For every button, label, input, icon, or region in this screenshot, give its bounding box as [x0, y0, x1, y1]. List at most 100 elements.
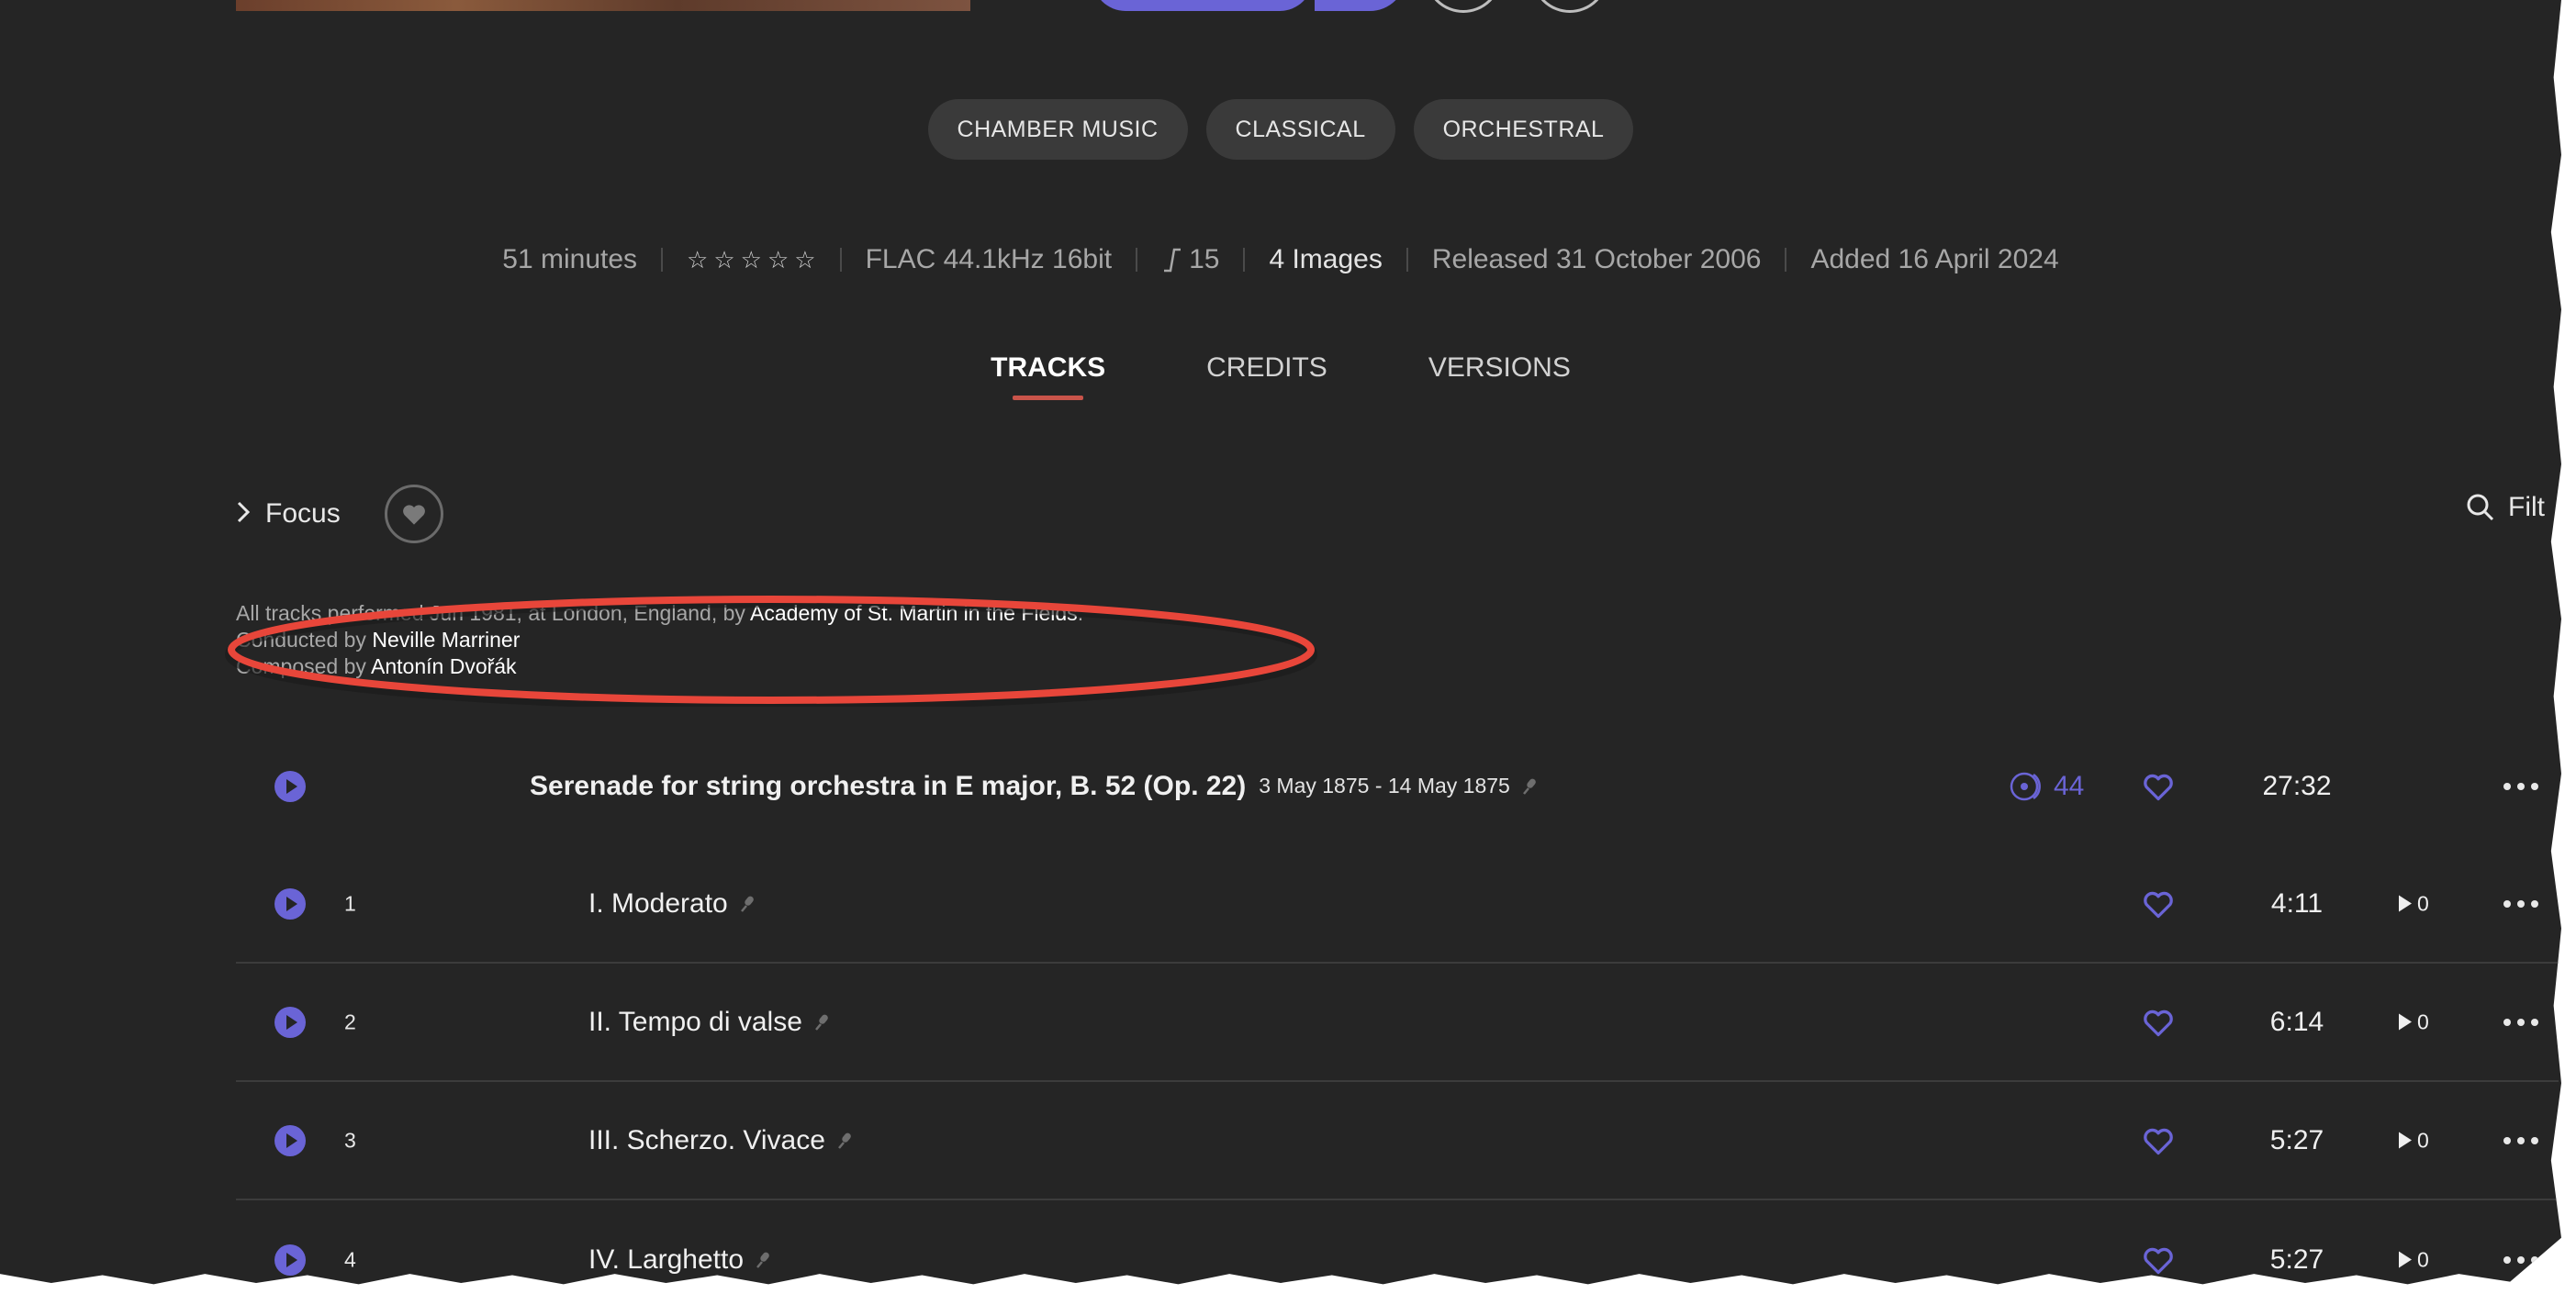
tab-versions[interactable]: VERSIONS: [1428, 352, 1571, 400]
images-link[interactable]: 4 Images: [1269, 244, 1382, 275]
track-number: 1: [344, 891, 356, 915]
play-count-icon: [2399, 1251, 2412, 1268]
play-album-button[interactable]: [1092, 0, 1313, 11]
heart-icon[interactable]: [2142, 1125, 2175, 1156]
vinyl-disc-icon: [2010, 772, 2041, 800]
track-number: 2: [344, 1009, 356, 1033]
page: CHAMBER MUSIC CLASSICAL ORCHESTRAL 51 mi…: [0, 0, 2561, 1285]
heart-icon[interactable]: [2142, 771, 2175, 802]
star-icon[interactable]: ☆: [687, 246, 708, 274]
genre-tag[interactable]: CHAMBER MUSIC: [927, 99, 1188, 160]
listeners-count[interactable]: 44: [2010, 770, 2084, 803]
added-date: Added 16 April 2024: [1810, 244, 2059, 274]
work-title[interactable]: Serenade for string orchestra in E major…: [530, 771, 1246, 802]
album-action-button[interactable]: [1425, 0, 1502, 13]
filter-label[interactable]: Filt: [2508, 492, 2545, 523]
track-row[interactable]: 1 I. Moderato 4:11 0: [236, 845, 2559, 964]
track-title[interactable]: I. Moderato: [588, 888, 728, 920]
play-count-value: 0: [2417, 1009, 2429, 1033]
divider: [839, 248, 842, 272]
release-date: Released 31 October 2006: [1431, 244, 1762, 274]
heart-icon[interactable]: [2142, 1007, 2175, 1038]
rating-stars[interactable]: ☆ ☆ ☆ ☆ ☆: [687, 246, 816, 274]
play-count-icon: [2399, 1132, 2412, 1149]
track-title[interactable]: IV. Larghetto: [588, 1244, 744, 1276]
track-number: 3: [344, 1128, 356, 1152]
album-more-button[interactable]: [1531, 0, 1608, 13]
track-title-group: I. Moderato: [588, 888, 756, 920]
track-title-group: IV. Larghetto: [588, 1244, 771, 1276]
play-count-value: 0: [2417, 891, 2429, 915]
star-icon[interactable]: ☆: [767, 246, 789, 274]
more-horizontal-icon[interactable]: [2503, 1136, 2538, 1144]
more-horizontal-icon[interactable]: [2503, 1255, 2538, 1264]
play-count-icon: [2399, 895, 2412, 912]
track-number: 4: [344, 1247, 356, 1271]
star-icon[interactable]: ☆: [713, 246, 734, 274]
more-horizontal-icon[interactable]: [2503, 899, 2538, 908]
work-dates: 3 May 1875 - 14 May 1875: [1259, 774, 1510, 798]
track-row[interactable]: 2 II. Tempo di valse 6:14 0: [236, 964, 2559, 1082]
divider: [661, 248, 664, 272]
heart-icon[interactable]: [2142, 888, 2175, 920]
play-count-value: 0: [2417, 1247, 2429, 1271]
microphone-icon[interactable]: [836, 1132, 853, 1150]
album-cover-image[interactable]: [236, 0, 970, 11]
play-count: 0: [2399, 1009, 2429, 1034]
star-icon[interactable]: ☆: [794, 246, 815, 274]
listeners-value: 44: [2054, 770, 2085, 801]
track-title-group: III. Scherzo. Vivace: [588, 1125, 853, 1156]
play-icon[interactable]: [274, 1244, 306, 1276]
track-duration: 5:27: [2269, 1244, 2324, 1275]
play-count: 0: [2399, 1128, 2429, 1153]
search-icon[interactable]: [2466, 493, 2495, 522]
genre-tag[interactable]: ORCHESTRAL: [1413, 99, 1634, 160]
track-row[interactable]: 3 III. Scherzo. Vivace 5:27 0: [236, 1082, 2559, 1200]
play-icon[interactable]: [274, 770, 306, 802]
filter-control[interactable]: Filt: [2466, 492, 2545, 523]
focus-toggle[interactable]: Focus: [265, 498, 341, 530]
album-metadata: 51 minutes ☆ ☆ ☆ ☆ ☆ FLAC 44.1kHz 16bit …: [0, 244, 2561, 275]
play-icon[interactable]: [274, 1124, 306, 1156]
genre-tags: CHAMBER MUSIC CLASSICAL ORCHESTRAL: [0, 99, 2561, 160]
heart-icon[interactable]: [2142, 1244, 2175, 1276]
play-count-value: 0: [2417, 1128, 2429, 1152]
play-icon[interactable]: [274, 1006, 306, 1038]
track-title[interactable]: III. Scherzo. Vivace: [588, 1125, 825, 1156]
chevron-right-icon[interactable]: [236, 497, 251, 531]
favorite-album-button[interactable]: [384, 485, 443, 543]
more-horizontal-icon[interactable]: [2503, 1018, 2538, 1026]
play-icon[interactable]: [274, 887, 306, 920]
track-row[interactable]: 4 IV. Larghetto 5:27 0: [236, 1200, 2559, 1284]
play-count: 0: [2399, 891, 2429, 916]
work-duration: 27:32: [2262, 770, 2332, 801]
loudness: 15: [1161, 244, 1219, 275]
track-duration: 6:14: [2269, 1006, 2324, 1037]
microphone-icon[interactable]: [739, 895, 756, 913]
loudness-value: 15: [1189, 244, 1220, 274]
more-horizontal-icon[interactable]: [2503, 782, 2538, 790]
audio-format: FLAC 44.1kHz 16bit: [865, 244, 1113, 274]
tab-bar: TRACKS CREDITS VERSIONS: [0, 352, 2561, 400]
heart-icon: [402, 505, 425, 525]
star-icon[interactable]: ☆: [741, 246, 762, 274]
play-count: 0: [2399, 1247, 2429, 1272]
divider: [1136, 248, 1138, 272]
divider: [1406, 248, 1408, 272]
album-duration: 51 minutes: [502, 244, 638, 274]
focus-section: Focus: [236, 485, 443, 543]
track-title[interactable]: II. Tempo di valse: [588, 1007, 802, 1038]
microphone-icon[interactable]: [813, 1013, 830, 1032]
play-options-button[interactable]: [1315, 0, 1406, 11]
track-duration: 5:27: [2269, 1124, 2324, 1155]
play-count-icon: [2399, 1013, 2412, 1031]
track-title-group: II. Tempo di valse: [588, 1007, 830, 1038]
tab-credits[interactable]: CREDITS: [1206, 352, 1327, 400]
annotation-ellipse: [225, 596, 1317, 707]
tab-tracks[interactable]: TRACKS: [991, 352, 1105, 400]
work-title-group: Serenade for string orchestra in E major…: [530, 771, 1538, 802]
work-row[interactable]: Serenade for string orchestra in E major…: [236, 727, 2559, 845]
microphone-icon[interactable]: [755, 1251, 771, 1269]
genre-tag[interactable]: CLASSICAL: [1205, 99, 1395, 160]
microphone-icon[interactable]: [1521, 777, 1538, 796]
